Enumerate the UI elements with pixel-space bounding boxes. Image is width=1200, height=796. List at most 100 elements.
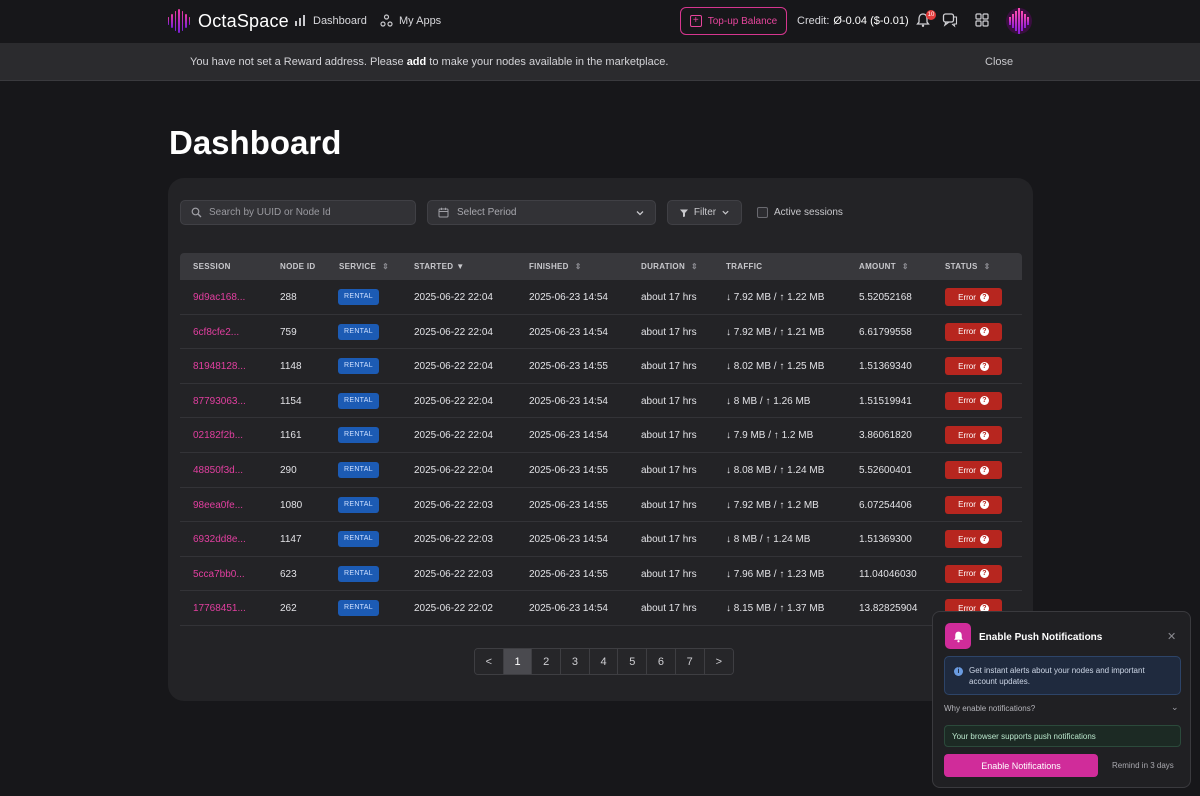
table-row[interactable]: 6932dd8e... 1147 RENTAL 2025-06-22 22:03 202… <box>180 522 1022 557</box>
period-select[interactable]: Select Period <box>427 200 656 225</box>
service-badge: RENTAL <box>338 496 379 513</box>
period-placeholder: Select Period <box>457 207 517 218</box>
filter-button[interactable]: Filter <box>667 200 742 225</box>
help-icon: ? <box>979 327 989 337</box>
search-input[interactable] <box>209 207 399 218</box>
status-error-badge[interactable]: Error? <box>945 461 1002 479</box>
filter-label: Filter <box>693 207 717 218</box>
amount-cell: 1.51369340 <box>859 361 912 373</box>
status-error-badge[interactable]: Error? <box>945 357 1002 376</box>
session-link[interactable]: 6932dd8e... <box>193 534 246 545</box>
push-supported-message: Your browser supports push notifications <box>944 725 1181 747</box>
page-button[interactable]: 3 <box>561 649 590 674</box>
close-icon[interactable]: ✕ <box>1167 630 1176 643</box>
started-cell: 2025-06-22 22:04 <box>414 361 493 373</box>
table-row[interactable]: 02182f2b... 1161 RENTAL 2025-06-22 22:04 202… <box>180 418 1022 453</box>
table-row[interactable]: 9d9ac168... 288 RENTAL 2025-06-22 22:04 2025… <box>180 280 1022 315</box>
session-link[interactable]: 9d9ac168... <box>193 292 245 303</box>
finished-cell: 2025-06-23 14:55 <box>529 361 608 373</box>
table-row[interactable]: 6cf8cfe2... 759 RENTAL 2025-06-22 22:04 2025… <box>180 315 1022 350</box>
session-link[interactable]: 48850f3d... <box>193 465 243 476</box>
status-error-badge[interactable]: Error? <box>945 288 1002 306</box>
duration-cell: about 17 hrs <box>641 326 697 338</box>
status-error-badge[interactable]: Error? <box>945 391 1002 410</box>
status-error-badge[interactable]: Error? <box>945 426 1002 445</box>
user-avatar[interactable] <box>1006 8 1032 34</box>
help-icon: ? <box>979 465 989 475</box>
table-row[interactable]: 48850f3d... 290 RENTAL 2025-06-22 22:04 2025… <box>180 453 1022 488</box>
next-page-button[interactable]: > <box>704 649 734 674</box>
session-link[interactable]: 02182f2b... <box>193 430 243 441</box>
status-label: Error <box>958 569 976 579</box>
col-started[interactable]: STARTED ▼ <box>414 262 465 271</box>
col-status[interactable]: STATUS ⇕ <box>945 262 991 271</box>
amount-cell: 6.61799558 <box>859 326 912 338</box>
session-link[interactable]: 5cca7bb0... <box>193 569 245 580</box>
table-row[interactable]: 81948128... 1148 RENTAL 2025-06-22 22:04 202… <box>180 349 1022 384</box>
table-row[interactable]: 98eea0fe... 1080 RENTAL 2025-06-22 22:03 202… <box>180 488 1022 523</box>
page-button[interactable]: 4 <box>589 649 619 674</box>
page-button[interactable]: 2 <box>532 649 562 674</box>
topup-balance-button[interactable]: + Top-up Balance <box>680 7 787 35</box>
started-cell: 2025-06-22 22:04 <box>414 326 493 338</box>
status-error-badge[interactable]: Error? <box>945 495 1002 514</box>
status-error-badge[interactable]: Error? <box>945 530 1002 549</box>
table-row[interactable]: 5cca7bb0... 623 RENTAL 2025-06-22 22:03 2025… <box>180 557 1022 592</box>
col-traffic[interactable]: TRAFFIC <box>726 262 762 271</box>
chevron-down-icon[interactable]: ⌄ <box>1171 702 1179 713</box>
col-amount[interactable]: AMOUNT ⇕ <box>859 262 909 271</box>
table-row[interactable]: 87793063... 1154 RENTAL 2025-06-22 22:04 202… <box>180 384 1022 419</box>
remind-later-button[interactable]: Remind in 3 days <box>1112 761 1174 770</box>
page-button[interactable]: 7 <box>675 649 705 674</box>
active-sessions-toggle[interactable]: Active sessions <box>757 207 843 218</box>
nav-dashboard-link[interactable]: Dashboard <box>294 14 367 27</box>
status-error-badge[interactable]: Error? <box>945 322 1002 341</box>
traffic-cell: ↓ 7.92 MB / ↑ 1.22 MB <box>726 292 825 303</box>
service-badge: RENTAL <box>338 358 379 375</box>
active-sessions-checkbox[interactable] <box>757 207 768 218</box>
session-link[interactable]: 87793063... <box>193 396 246 407</box>
col-service[interactable]: SERVICE ⇕ <box>339 262 389 271</box>
node-id-cell: 1080 <box>280 499 303 511</box>
col-session[interactable]: SESSION <box>193 262 231 271</box>
finished-cell: 2025-06-23 14:54 <box>529 326 608 338</box>
session-link[interactable]: 17768451... <box>193 603 246 614</box>
amount-cell: 1.51519941 <box>859 395 912 407</box>
session-link[interactable]: 6cf8cfe2... <box>193 327 239 338</box>
col-duration-label: DURATION <box>641 262 686 271</box>
table-header: SESSION NODE ID SERVICE ⇕ STARTED ▼ FINISH… <box>180 253 1022 280</box>
traffic-cell: ↓ 7.92 MB / ↑ 1.2 MB <box>726 499 819 511</box>
col-node-id[interactable]: NODE ID <box>280 262 315 271</box>
page-button[interactable]: 6 <box>647 649 676 674</box>
page-button[interactable]: 1 <box>503 649 533 674</box>
why-enable-toggle[interactable]: Why enable notifications? <box>944 704 1035 713</box>
banner-close-button[interactable]: Close <box>985 56 1013 68</box>
banner-text-end: to make your nodes available in the mark… <box>426 56 669 68</box>
brand-logo[interactable]: OctaSpace <box>168 9 289 33</box>
search-field[interactable] <box>180 200 416 225</box>
col-duration[interactable]: DURATION ⇕ <box>641 262 698 271</box>
chat-icon[interactable] <box>942 12 958 28</box>
page-button[interactable]: 5 <box>618 649 648 674</box>
help-icon: ? <box>979 396 989 406</box>
col-traffic-label: TRAFFIC <box>726 262 763 271</box>
traffic-cell: ↓ 7.92 MB / ↑ 1.21 MB <box>726 326 825 338</box>
grid-icon[interactable] <box>974 12 990 28</box>
status-label: Error <box>958 396 976 406</box>
prev-page-button[interactable]: < <box>475 649 504 674</box>
session-link[interactable]: 98eea0fe... <box>193 500 243 511</box>
credit-value: Ø-0.04 ($-0.01) <box>833 15 909 27</box>
apps-icon <box>380 14 393 27</box>
traffic-cell: ↓ 8 MB / ↑ 1.24 MB <box>726 534 811 546</box>
banner-add-link[interactable]: add <box>407 56 427 68</box>
table-row[interactable]: 17768451... 262 RENTAL 2025-06-22 22:02 2025… <box>180 591 1022 626</box>
brand-name: OctaSpace <box>198 10 289 31</box>
nav-dashboard-label: Dashboard <box>313 14 367 27</box>
nav-myapps-link[interactable]: My Apps <box>380 14 441 27</box>
started-cell: 2025-06-22 22:03 <box>414 568 493 580</box>
status-label: Error <box>958 500 976 510</box>
session-link[interactable]: 81948128... <box>193 361 246 372</box>
col-finished[interactable]: FINISHED ⇕ <box>529 262 582 271</box>
enable-notifications-button[interactable]: Enable Notifications <box>944 754 1098 777</box>
status-error-badge[interactable]: Error? <box>945 564 1002 583</box>
